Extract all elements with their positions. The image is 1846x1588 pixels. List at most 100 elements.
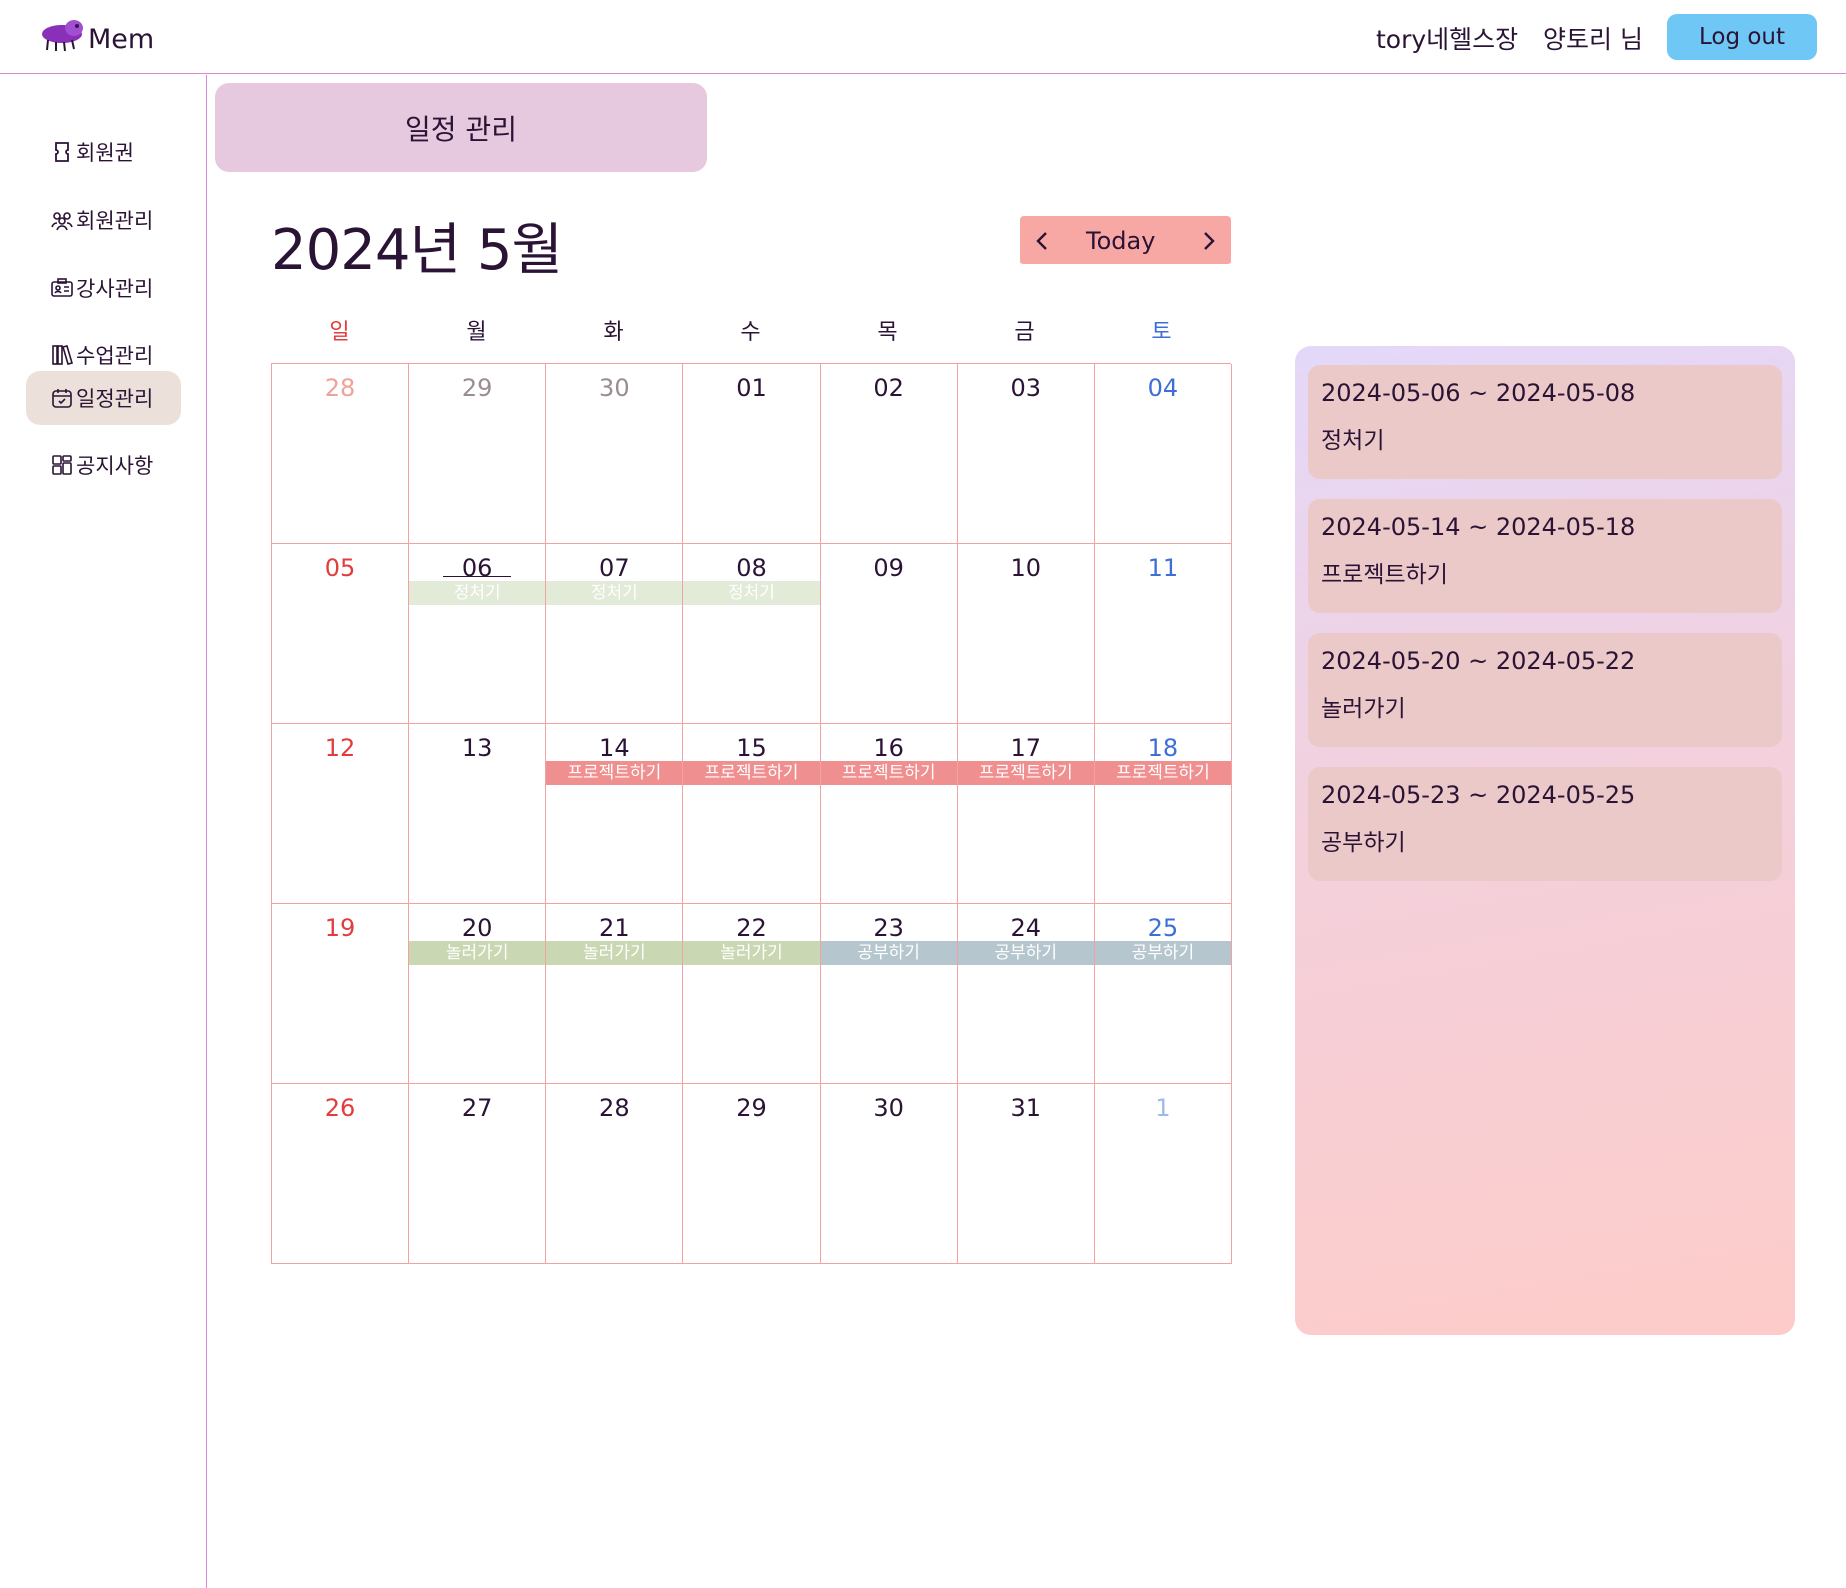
calendar-event-bar[interactable]: 정처기: [683, 581, 820, 605]
calendar-day-cell[interactable]: 07 정처기: [546, 544, 684, 724]
event-card[interactable]: 2024-05-20 ~ 2024-05-22 놀러가기: [1308, 633, 1782, 747]
chevron-right-icon: [1204, 232, 1215, 250]
calendar-event-bar[interactable]: 정처기: [409, 581, 546, 605]
day-number: 09: [873, 554, 904, 582]
calendar-event-bar[interactable]: 정처기: [546, 581, 683, 605]
calendar-event-bar[interactable]: 놀러가기: [546, 941, 683, 965]
page-title: 일정 관리: [215, 83, 707, 172]
logo-text: Mem: [88, 23, 155, 55]
day-number: 30: [599, 374, 630, 402]
calendar-day-cell[interactable]: 22 놀러가기: [683, 904, 821, 1084]
calendar-day-cell[interactable]: 30: [820, 1084, 958, 1264]
weekday-label: 화: [603, 320, 624, 345]
calendar-event-bar[interactable]: 프로젝트하기: [957, 761, 1094, 785]
weekday-header: 일 월 화 수 목 금 토: [271, 314, 1230, 348]
event-card[interactable]: 2024-05-14 ~ 2024-05-18 프로젝트하기: [1308, 499, 1782, 613]
calendar-day-cell[interactable]: 10: [957, 544, 1095, 724]
day-number: 28: [599, 1094, 630, 1122]
calendar-day-cell[interactable]: 12: [272, 724, 410, 904]
calendar-day-cell[interactable]: 03: [957, 364, 1095, 544]
day-number: 22: [736, 914, 767, 942]
weekday-label: 월: [466, 320, 487, 345]
day-number: 18: [1147, 734, 1179, 762]
calendar-day-cell[interactable]: 23 공부하기: [820, 904, 958, 1084]
day-number: 31: [1010, 1094, 1042, 1122]
calendar-day-cell[interactable]: 02: [820, 364, 958, 544]
sidebar-item-members[interactable]: 회원관리: [26, 193, 181, 247]
calendar-event-bar[interactable]: 놀러가기: [409, 941, 546, 965]
next-month-button[interactable]: [1187, 216, 1231, 266]
sidebar-item-trainers[interactable]: 강사관리: [26, 261, 181, 315]
calendar-day-cell[interactable]: 29: [409, 364, 547, 544]
calendar-day-cell[interactable]: 13: [409, 724, 547, 904]
calendar-day-cell[interactable]: 16 프로젝트하기: [820, 724, 958, 904]
calendar-day-cell[interactable]: 31: [957, 1084, 1095, 1264]
event-card[interactable]: 2024-05-06 ~ 2024-05-08 정처기: [1308, 365, 1782, 479]
calendar-day-cell[interactable]: 30: [546, 364, 684, 544]
calendar-day-cell[interactable]: 28: [546, 1084, 684, 1264]
calendar-event-bar[interactable]: 공부하기: [820, 941, 957, 965]
calendar-event-bar[interactable]: 공부하기: [957, 941, 1094, 965]
month-navigation: Today: [1020, 216, 1231, 266]
day-number: 06: [461, 554, 493, 582]
user-name: 양토리 님: [1543, 25, 1643, 54]
sidebar-item-label: 회원권: [76, 141, 134, 165]
calendar-day-cell[interactable]: 18 프로젝트하기: [1094, 724, 1232, 904]
calendar-day-cell[interactable]: 17 프로젝트하기: [957, 724, 1095, 904]
calendar-day-cell[interactable]: 24 공부하기: [957, 904, 1095, 1084]
calendar-day-cell[interactable]: 28: [272, 364, 410, 544]
calendar-day-cell[interactable]: 20 놀러가기: [409, 904, 547, 1084]
sidebar-item-membership[interactable]: 회원권: [26, 125, 181, 179]
day-number: 03: [1010, 374, 1042, 402]
event-list-panel: 2024-05-06 ~ 2024-05-08 정처기 2024-05-14 ~…: [1295, 346, 1795, 1335]
calendar-day-cell[interactable]: 26: [272, 1084, 410, 1264]
calendar-event-bar[interactable]: 프로젝트하기: [820, 761, 957, 785]
calendar-day-cell[interactable]: 29: [683, 1084, 821, 1264]
sidebar-item-notices[interactable]: 공지사항: [26, 438, 181, 492]
day-number: 28: [324, 374, 356, 402]
logo[interactable]: Mem: [38, 18, 154, 60]
calendar-day-cell[interactable]: 08 정처기: [683, 544, 821, 724]
calendar-event-bar[interactable]: 공부하기: [1094, 941, 1231, 965]
day-number: 10: [1010, 554, 1042, 582]
calendar-day-cell[interactable]: 14 프로젝트하기: [546, 724, 684, 904]
calendar-day-cell[interactable]: 11: [1094, 544, 1232, 724]
calendar-day-cell[interactable]: 09: [820, 544, 958, 724]
event-title: 프로젝트하기: [1321, 562, 1448, 588]
day-number: 02: [873, 374, 904, 402]
calendar-day-cell[interactable]: 25 공부하기: [1094, 904, 1232, 1084]
calendar-event-bar[interactable]: 놀러가기: [683, 941, 820, 965]
sidebar-item-label: 회원관리: [76, 209, 154, 233]
calendar-day-cell[interactable]: 04: [1094, 364, 1232, 544]
calendar-day-cell[interactable]: 15 프로젝트하기: [683, 724, 821, 904]
calendar-event-bar[interactable]: 프로젝트하기: [1094, 761, 1231, 785]
calendar-day-cell[interactable]: 01: [683, 364, 821, 544]
calendar-event-bar[interactable]: 프로젝트하기: [546, 761, 683, 785]
day-number: 15: [736, 734, 767, 762]
calendar-day-cell[interactable]: 06 정처기: [409, 544, 547, 724]
day-number: 08: [736, 554, 767, 582]
event-card[interactable]: 2024-05-23 ~ 2024-05-25 공부하기: [1308, 767, 1782, 881]
weekday-label: 일: [329, 320, 350, 345]
calendar-event-bar[interactable]: 프로젝트하기: [683, 761, 820, 785]
today-underline: [443, 576, 512, 577]
calendar-day-cell[interactable]: 1: [1094, 1084, 1232, 1264]
day-number: 23: [873, 914, 904, 942]
chevron-left-icon: [1036, 232, 1047, 250]
id-card-icon: [50, 276, 74, 300]
prev-month-button[interactable]: [1020, 216, 1064, 266]
calendar-day-cell[interactable]: 05: [272, 544, 410, 724]
logout-button[interactable]: Log out: [1667, 14, 1817, 60]
day-number: 26: [324, 1094, 356, 1122]
sidebar-item-label: 공지사항: [76, 454, 154, 478]
ticket-icon: [50, 140, 74, 164]
calendar-day-cell[interactable]: 21 놀러가기: [546, 904, 684, 1084]
day-number: 30: [873, 1094, 904, 1122]
today-button[interactable]: Today: [1086, 227, 1155, 255]
sidebar-item-schedule[interactable]: 일정관리: [26, 371, 181, 425]
calendar-day-cell[interactable]: 27: [409, 1084, 547, 1264]
day-number: 12: [324, 734, 356, 762]
users-icon: [50, 208, 74, 232]
calendar-day-cell[interactable]: 19: [272, 904, 410, 1084]
weekday-label: 금: [1014, 320, 1035, 345]
